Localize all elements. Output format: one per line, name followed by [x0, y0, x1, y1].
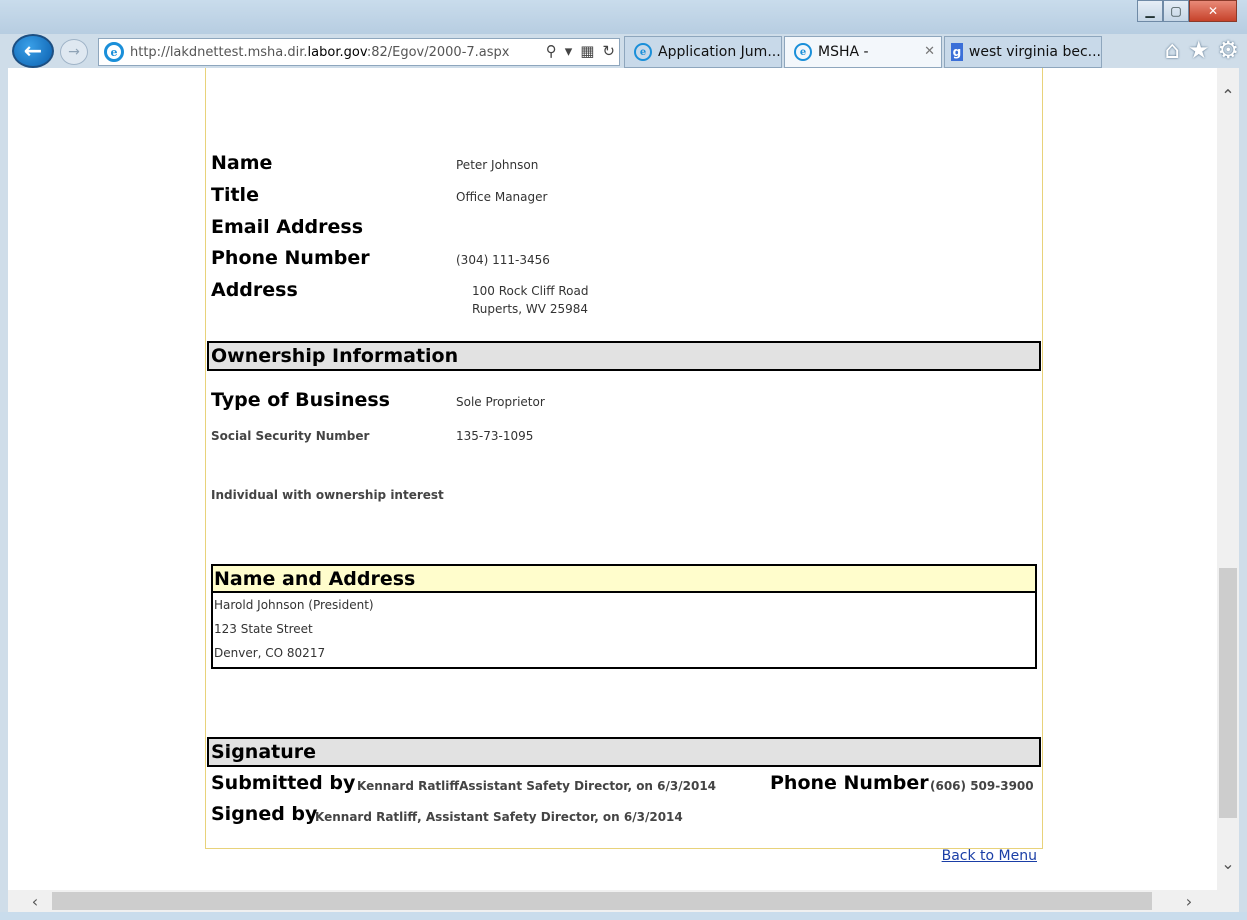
settings-gear-icon[interactable]: ⚙: [1217, 36, 1239, 64]
window-titlebar: ▁ ▢ ✕: [0, 0, 1247, 34]
owner-line: Harold Johnson (President): [214, 598, 374, 612]
vertical-scroll-thumb[interactable]: [1219, 568, 1237, 818]
scroll-up-icon[interactable]: ⌃: [1217, 84, 1239, 106]
name-label: Name: [211, 152, 273, 174]
tab-msha[interactable]: e MSHA - ✕: [784, 36, 942, 68]
address-line1: 100 Rock Cliff Road: [472, 284, 589, 298]
address-label: Address: [211, 279, 298, 301]
back-to-menu-link[interactable]: Back to Menu: [942, 848, 1037, 864]
signature-phone-label: Phone Number: [770, 772, 929, 794]
horizontal-scrollbar[interactable]: ‹ ›: [8, 890, 1239, 912]
title-label: Title: [211, 184, 259, 206]
navigation-bar: ← → e http://lakdnettest.msha.dir.labor.…: [0, 34, 1247, 68]
signature-section-header: Signature: [207, 737, 1041, 767]
close-window-button[interactable]: ✕: [1189, 0, 1237, 22]
signed-by-value: Kennard Ratliff, Assistant Safety Direct…: [315, 810, 683, 824]
individual-label: Individual with ownership interest: [211, 488, 444, 502]
tab-application[interactable]: e Application Jum...: [624, 36, 782, 68]
address-line2: Ruperts, WV 25984: [472, 302, 588, 316]
name-value: Peter Johnson: [456, 158, 539, 172]
dropdown-icon[interactable]: ▾: [565, 42, 573, 60]
scroll-down-icon[interactable]: ⌄: [1217, 852, 1239, 874]
close-tab-icon[interactable]: ✕: [924, 44, 935, 59]
scroll-left-icon[interactable]: ‹: [24, 890, 46, 912]
owner-line: Denver, CO 80217: [214, 646, 326, 660]
ssn-label: Social Security Number: [211, 429, 370, 443]
compatibility-icon[interactable]: ▦: [580, 42, 594, 60]
submitted-by-label: Submitted by: [211, 772, 356, 794]
back-button[interactable]: ←: [12, 34, 54, 68]
name-address-table: Name and Address Harold Johnson (Preside…: [211, 564, 1037, 669]
home-icon[interactable]: ⌂: [1165, 36, 1180, 64]
favorites-star-icon[interactable]: ★: [1188, 36, 1210, 64]
url-text: http://lakdnettest.msha.dir.labor.gov:82…: [130, 44, 510, 60]
name-address-header: Name and Address: [213, 566, 1035, 593]
window-bottom-edge: [0, 912, 1247, 920]
google-icon: g: [951, 43, 963, 61]
ownership-section-header: Ownership Information: [207, 341, 1041, 371]
tab-google-search[interactable]: g west virginia bec...: [944, 36, 1102, 68]
title-value: Office Manager: [456, 190, 548, 204]
business-type-label: Type of Business: [211, 389, 390, 411]
address-bar[interactable]: e http://lakdnettest.msha.dir.labor.gov:…: [98, 38, 620, 66]
page-viewport: Name Peter Johnson Title Office Manager …: [8, 68, 1217, 890]
phone-value: (304) 111-3456: [456, 253, 550, 267]
vertical-scrollbar[interactable]: ⌃ ⌄: [1217, 68, 1239, 890]
ie-icon: e: [104, 42, 124, 62]
signature-phone-value: (606) 509-3900: [930, 779, 1034, 793]
maximize-button[interactable]: ▢: [1163, 0, 1189, 22]
horizontal-scroll-thumb[interactable]: [52, 892, 1152, 910]
refresh-icon[interactable]: ↻: [602, 42, 615, 60]
phone-label: Phone Number: [211, 247, 370, 269]
forward-button[interactable]: →: [60, 39, 88, 65]
email-label: Email Address: [211, 216, 364, 238]
form-page: Name Peter Johnson Title Office Manager …: [205, 68, 1043, 864]
ie-icon: e: [634, 43, 652, 61]
business-type-value: Sole Proprietor: [456, 395, 545, 409]
owner-line: 123 State Street: [214, 622, 313, 636]
search-icon[interactable]: ⚲: [546, 42, 557, 60]
minimize-button[interactable]: ▁: [1137, 0, 1163, 22]
ie-icon: e: [794, 43, 812, 61]
signed-by-label: Signed by: [211, 803, 318, 825]
scroll-right-icon[interactable]: ›: [1178, 890, 1200, 912]
submitted-by-value: Kennard RatliffAssistant Safety Director…: [357, 779, 717, 793]
ssn-value: 135-73-1095: [456, 429, 534, 443]
